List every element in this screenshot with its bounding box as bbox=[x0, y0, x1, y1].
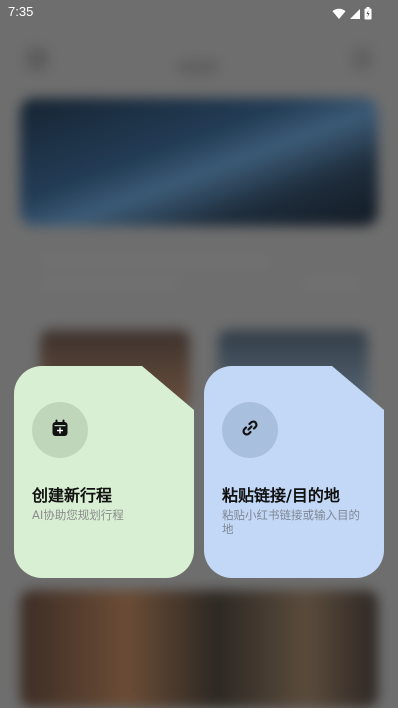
status-bar: 7:35 bbox=[0, 0, 398, 24]
background-app-blurred bbox=[0, 0, 398, 708]
create-trip-title: 创建新行程 bbox=[32, 486, 113, 505]
status-time: 7:35 bbox=[8, 4, 34, 19]
menu-icon bbox=[26, 48, 48, 70]
calendar-add-icon bbox=[50, 418, 70, 442]
paste-link-card[interactable]: 粘贴链接/目的地 粘贴小红书链接或输入目的地 bbox=[204, 366, 384, 578]
share-icon bbox=[352, 48, 372, 70]
create-trip-icon-circle bbox=[32, 402, 88, 458]
paste-link-icon-circle bbox=[222, 402, 278, 458]
header-title-placeholder bbox=[178, 60, 218, 74]
create-trip-description: AI协助您规划行程 bbox=[32, 508, 124, 522]
paste-link-title: 粘贴链接/目的地 bbox=[222, 486, 340, 505]
photo-banner bbox=[20, 590, 378, 708]
text-line bbox=[40, 278, 180, 288]
wifi-icon bbox=[332, 5, 346, 24]
battery-icon bbox=[364, 5, 372, 24]
signal-icon bbox=[349, 5, 361, 24]
text-line bbox=[300, 278, 360, 288]
banner-image bbox=[20, 98, 378, 226]
text-line bbox=[40, 256, 270, 266]
create-trip-card[interactable]: 创建新行程 AI协助您规划行程 bbox=[14, 366, 194, 578]
link-icon bbox=[240, 418, 260, 442]
paste-link-description: 粘贴小红书链接或输入目的地 bbox=[222, 508, 360, 536]
